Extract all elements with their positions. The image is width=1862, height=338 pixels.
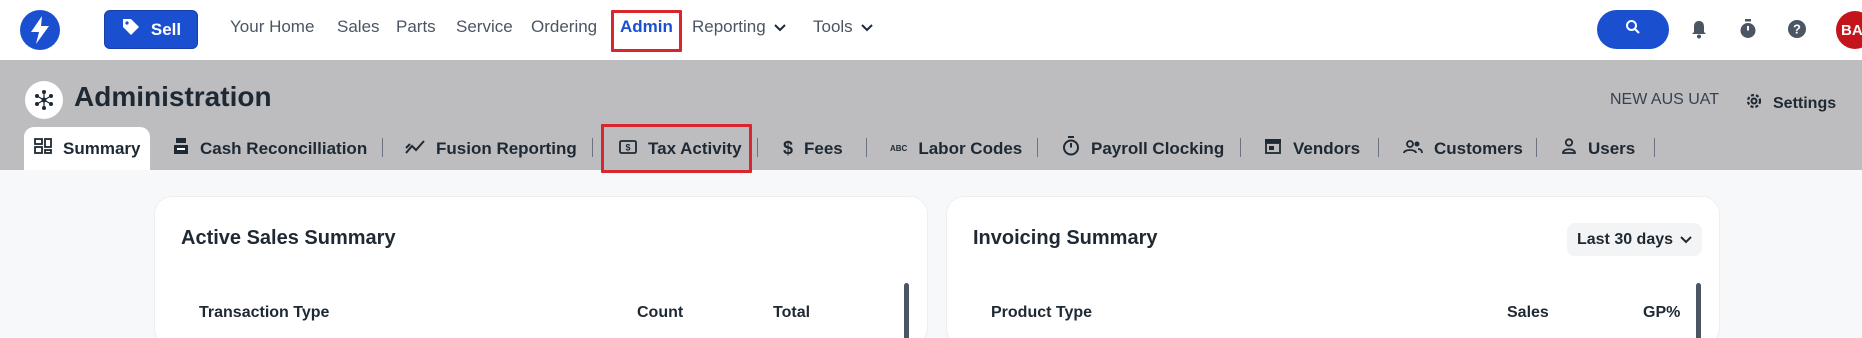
- svg-text:?: ?: [1793, 22, 1801, 37]
- timer-icon[interactable]: [1737, 18, 1759, 40]
- nav-sales[interactable]: Sales: [337, 17, 380, 37]
- nav-label: Service: [456, 17, 513, 36]
- tab-divider: [1378, 138, 1379, 157]
- tab-fees[interactable]: $ Fees: [783, 127, 843, 170]
- nav-reporting[interactable]: Reporting: [692, 17, 786, 37]
- column-header-sales[interactable]: Sales: [1507, 304, 1549, 322]
- tab-label: Fees: [804, 138, 843, 158]
- tab-divider: [866, 138, 867, 157]
- nav-label: Sales: [337, 17, 380, 36]
- top-navigation: Sell Your Home Sales Parts Service Order…: [0, 0, 1862, 60]
- chevron-down-icon: [1680, 231, 1692, 249]
- tab-label: Payroll Clocking: [1091, 138, 1225, 158]
- page-title: Administration: [74, 81, 272, 112]
- tax-activity-highlight-box: [601, 124, 752, 173]
- nav-label: Tools: [813, 17, 853, 36]
- environment-label: NEW AUS UAT: [1610, 91, 1720, 108]
- person-icon: [1561, 138, 1577, 159]
- nav-label: Your Home: [230, 17, 315, 36]
- tab-label: Fusion Reporting: [436, 138, 577, 158]
- search-button[interactable]: [1597, 10, 1669, 49]
- lightning-logo-icon[interactable]: [20, 10, 60, 50]
- abc-icon: ABC: [890, 144, 908, 153]
- avatar-initials: BA: [1841, 21, 1862, 39]
- column-header-gp-percent[interactable]: GP%: [1643, 304, 1680, 322]
- tab-divider: [1536, 138, 1537, 157]
- scrollbar[interactable]: [904, 283, 909, 338]
- scrollbar[interactable]: [1696, 283, 1701, 338]
- tab-divider: [1240, 138, 1241, 157]
- bell-icon[interactable]: [1688, 18, 1710, 40]
- tab-vendors[interactable]: Vendors: [1264, 127, 1360, 170]
- tab-customers[interactable]: Customers: [1403, 127, 1523, 170]
- tag-icon: [121, 17, 141, 42]
- date-range-label: Last 30 days: [1576, 230, 1674, 248]
- tab-summary[interactable]: Summary: [24, 127, 150, 170]
- network-nodes-icon: [25, 81, 63, 119]
- invoicing-title: Invoicing Summary: [973, 227, 1158, 249]
- search-icon: [1625, 19, 1641, 40]
- tab-label: Vendors: [1293, 138, 1361, 158]
- tab-fusion-reporting[interactable]: Fusion Reporting: [405, 127, 577, 170]
- chevron-down-icon: [860, 17, 873, 37]
- tab-divider: [382, 138, 383, 157]
- gear-icon: [1744, 91, 1764, 116]
- nav-parts[interactable]: Parts: [396, 17, 436, 37]
- tab-divider: [1654, 138, 1655, 157]
- tab-divider: [757, 138, 758, 157]
- help-icon[interactable]: ?: [1786, 18, 1808, 40]
- tab-payroll-clocking[interactable]: Payroll Clocking: [1062, 127, 1224, 170]
- people-icon: [1403, 139, 1423, 159]
- nav-label: Ordering: [531, 17, 598, 36]
- tab-label: Customers: [1434, 138, 1523, 158]
- tab-label: Labor Codes: [918, 138, 1023, 158]
- nav-label: Parts: [396, 17, 436, 36]
- sell-button[interactable]: Sell: [104, 10, 198, 49]
- tab-labor-codes[interactable]: ABC Labor Codes: [890, 127, 1022, 170]
- chevron-down-icon: [774, 17, 786, 37]
- stopwatch-icon: [1062, 136, 1080, 161]
- tab-cash-reconcilliation[interactable]: Cash Reconcilliation: [173, 127, 367, 170]
- column-header-total[interactable]: Total: [773, 304, 810, 322]
- sell-button-label: Sell: [150, 19, 182, 39]
- nav-label: Reporting: [692, 17, 766, 36]
- column-header-transaction-type[interactable]: Transaction Type: [199, 304, 329, 322]
- nav-ordering[interactable]: Ordering: [531, 17, 597, 37]
- avatar[interactable]: BA: [1836, 11, 1862, 49]
- nav-service[interactable]: Service: [456, 17, 513, 37]
- tab-divider: [1037, 138, 1038, 157]
- active-sales-title: Active Sales Summary: [181, 227, 396, 249]
- store-icon: [1264, 138, 1282, 159]
- tab-divider: [592, 138, 593, 157]
- dashboard-icon: [34, 138, 52, 159]
- nav-tools[interactable]: Tools: [813, 17, 873, 37]
- tab-label: Cash Reconcilliation: [200, 138, 368, 158]
- nav-your-home[interactable]: Your Home: [230, 17, 314, 37]
- column-header-product-type[interactable]: Product Type: [991, 304, 1092, 322]
- date-range-select[interactable]: Last 30 days: [1567, 223, 1702, 256]
- tab-label: Users: [1588, 138, 1636, 158]
- settings-label: Settings: [1773, 94, 1837, 112]
- settings-button[interactable]: Settings: [1744, 91, 1836, 116]
- tab-users[interactable]: Users: [1561, 127, 1635, 170]
- trend-chart-icon: [405, 139, 425, 159]
- cash-register-icon: [173, 137, 189, 160]
- column-header-count[interactable]: Count: [637, 304, 683, 322]
- dollar-icon: $: [783, 138, 794, 158]
- admin-highlight-box: [611, 10, 682, 52]
- tab-label: Summary: [63, 138, 141, 158]
